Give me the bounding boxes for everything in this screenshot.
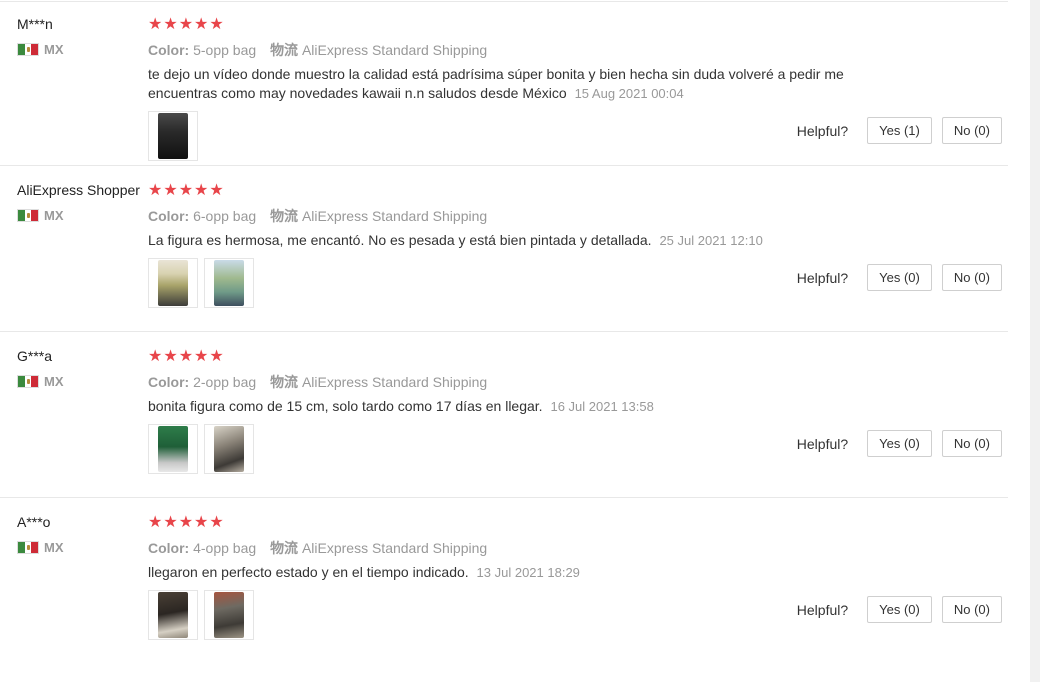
helpful-no-button[interactable]: No (0) <box>941 117 1002 144</box>
color-value: 2-opp bag <box>193 374 257 390</box>
shipping-value: AliExpress Standard Shipping <box>301 540 488 556</box>
star-rating: ★★★★★ <box>148 16 225 33</box>
reviewer-name: AliExpress Shopper <box>17 182 140 198</box>
review-text: La figura es hermosa, me encantó. No es … <box>148 232 652 248</box>
country-code: MX <box>44 540 64 555</box>
color-label: Color: <box>148 374 190 390</box>
review-date: 13 Jul 2021 18:29 <box>476 565 580 580</box>
review-meta: Color: 6-opp bag 物流 AliExpress Standard … <box>148 206 487 226</box>
color-value: 5-opp bag <box>193 42 257 58</box>
review-photo-thumbnail[interactable] <box>148 258 198 308</box>
helpful-no-button[interactable]: No (0) <box>941 596 1002 623</box>
review-item: A***o MX ★★★★★ Color: 4-opp bag 物流 AliEx… <box>0 498 1008 664</box>
helpful-yes-button[interactable]: Yes (0) <box>867 264 932 291</box>
reviewer-name: M***n <box>17 16 53 32</box>
mexico-flag-icon <box>17 209 39 222</box>
review-date: 15 Aug 2021 00:04 <box>574 86 684 101</box>
helpful-label: Helpful? <box>796 122 849 139</box>
review-text-block: bonita figura como de 15 cm, solo tardo … <box>148 397 878 416</box>
review-item: G***a MX ★★★★★ Color: 2-opp bag 物流 AliEx… <box>0 332 1008 498</box>
review-photo-thumbnail[interactable] <box>204 424 254 474</box>
helpful-label: Helpful? <box>796 269 849 286</box>
reviewer-country: MX <box>17 540 64 555</box>
review-text-block: La figura es hermosa, me encantó. No es … <box>148 231 878 250</box>
review-photos <box>148 590 254 640</box>
shipping-label: 物流 <box>270 42 299 58</box>
color-label: Color: <box>148 42 190 58</box>
helpful-label: Helpful? <box>796 601 849 618</box>
star-rating: ★★★★★ <box>148 348 225 365</box>
color-value: 6-opp bag <box>193 208 257 224</box>
country-code: MX <box>44 374 64 389</box>
review-photo-thumbnail[interactable] <box>204 258 254 308</box>
mexico-flag-icon <box>17 541 39 554</box>
mexico-flag-icon <box>17 375 39 388</box>
reviewer-name: G***a <box>17 348 53 364</box>
shipping-value: AliExpress Standard Shipping <box>301 42 488 58</box>
review-text: bonita figura como de 15 cm, solo tardo … <box>148 398 543 414</box>
review-date: 25 Jul 2021 12:10 <box>659 233 763 248</box>
review-meta: Color: 5-opp bag 物流 AliExpress Standard … <box>148 40 487 60</box>
review-list: M***n MX ★★★★★ Color: 5-opp bag 物流 AliEx… <box>0 0 1008 664</box>
review-photos <box>148 424 254 474</box>
review-text: te dejo un vídeo donde muestro la calida… <box>148 66 844 101</box>
helpful-yes-button[interactable]: Yes (0) <box>867 430 932 457</box>
review-photos <box>148 258 254 308</box>
helpful-yes-button[interactable]: Yes (1) <box>867 117 932 144</box>
reviewer-country: MX <box>17 42 64 57</box>
country-code: MX <box>44 208 64 223</box>
review-photo-thumbnail[interactable] <box>148 424 198 474</box>
review-photos <box>148 111 198 161</box>
shipping-label: 物流 <box>270 374 299 390</box>
helpful-vote: Helpful? Yes (0) No (0) <box>797 430 1002 457</box>
review-text-block: llegaron en perfecto estado y en el tiem… <box>148 563 878 582</box>
review-text: llegaron en perfecto estado y en el tiem… <box>148 564 469 580</box>
review-text-block: te dejo un vídeo donde muestro la calida… <box>148 65 878 103</box>
review-photo-thumbnail[interactable] <box>148 111 198 161</box>
reviewer-country: MX <box>17 208 64 223</box>
country-code: MX <box>44 42 64 57</box>
helpful-no-button[interactable]: No (0) <box>941 264 1002 291</box>
helpful-vote: Helpful? Yes (0) No (0) <box>797 596 1002 623</box>
shipping-value: AliExpress Standard Shipping <box>301 208 488 224</box>
shipping-value: AliExpress Standard Shipping <box>301 374 488 390</box>
review-photo-thumbnail[interactable] <box>148 590 198 640</box>
reviewer-country: MX <box>17 374 64 389</box>
vertical-scrollbar[interactable] <box>1030 0 1040 682</box>
mexico-flag-icon <box>17 43 39 56</box>
helpful-vote: Helpful? Yes (0) No (0) <box>797 264 1002 291</box>
review-meta: Color: 2-opp bag 物流 AliExpress Standard … <box>148 372 487 392</box>
helpful-yes-button[interactable]: Yes (0) <box>867 596 932 623</box>
review-item: M***n MX ★★★★★ Color: 5-opp bag 物流 AliEx… <box>0 0 1008 166</box>
star-rating: ★★★★★ <box>148 514 225 531</box>
shipping-label: 物流 <box>270 540 299 556</box>
review-photo-thumbnail[interactable] <box>204 590 254 640</box>
helpful-vote: Helpful? Yes (1) No (0) <box>797 117 1002 144</box>
review-meta: Color: 4-opp bag 物流 AliExpress Standard … <box>148 538 487 558</box>
helpful-label: Helpful? <box>796 435 849 452</box>
helpful-no-button[interactable]: No (0) <box>941 430 1002 457</box>
color-label: Color: <box>148 208 190 224</box>
color-value: 4-opp bag <box>193 540 257 556</box>
color-label: Color: <box>148 540 190 556</box>
shipping-label: 物流 <box>270 208 299 224</box>
review-date: 16 Jul 2021 13:58 <box>550 399 654 414</box>
star-rating: ★★★★★ <box>148 182 225 199</box>
reviewer-name: A***o <box>17 514 51 530</box>
review-item: AliExpress Shopper MX ★★★★★ Color: 6-opp… <box>0 166 1008 332</box>
